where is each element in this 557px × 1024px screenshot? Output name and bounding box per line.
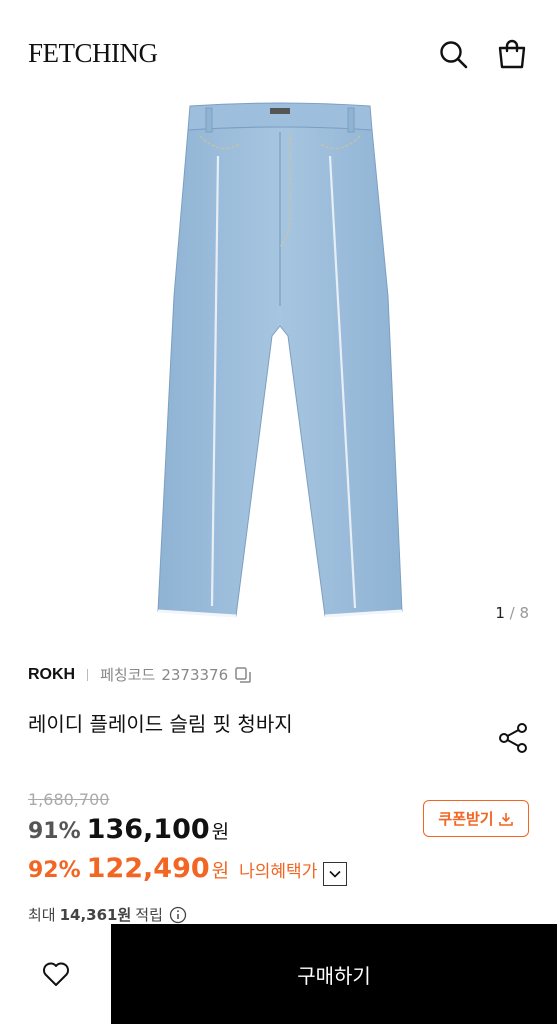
divider [87,668,89,681]
currency-unit: 원 [211,821,230,843]
chevron-down-icon [329,870,341,878]
product-image[interactable] [140,96,420,621]
my-price-row: 92% 122,490 원 나의혜택가 [28,853,348,886]
benefit-dropdown-button[interactable] [323,862,348,886]
copy-icon[interactable] [234,666,252,684]
search-icon[interactable] [437,38,469,70]
info-icon[interactable] [169,906,187,924]
discount-rate: 91% [28,819,81,844]
coupon-button[interactable]: 쿠폰받기 [423,800,529,837]
product-title: 레이디 플레이드 슬림 핏 청바지 [28,712,293,736]
buy-button[interactable]: 구매하기 [111,924,557,1024]
shopping-bag-icon[interactable] [496,38,528,70]
my-price: 122,490 [86,853,210,884]
currency-unit: 원 [211,860,230,882]
sale-price-row: 91% 136,100 원 [28,814,229,845]
image-counter: 1 / 8 [495,604,529,622]
my-benefit-label[interactable]: 나의혜택가 [239,857,317,882]
product-code-label: 페칭코드 [100,666,156,684]
header: FETCHING [0,0,557,100]
product-code-value: 2373376 [161,665,229,684]
heart-icon [42,962,69,986]
points-prefix: 최대 [28,906,56,924]
download-icon [498,812,513,826]
brand-name[interactable]: ROKH [28,666,75,684]
share-icon[interactable] [498,722,530,754]
wishlist-button[interactable] [0,924,111,1024]
logo[interactable]: FETCHING [28,38,158,69]
bottom-action-bar: 구매하기 [0,924,557,1024]
points-info: 최대 14,361원 적립 [28,904,187,925]
points-suffix: 적립 [135,906,163,924]
brand-row: ROKH 페칭코드 2373376 [28,664,252,685]
coupon-label: 쿠폰받기 [438,810,494,828]
points-value: 14,361원 [59,906,132,924]
sale-price: 136,100 [86,814,210,845]
my-discount-rate: 92% [28,858,81,883]
original-price: 1,680,700 [28,790,110,809]
product-gallery[interactable]: 1 / 8 [0,88,557,633]
